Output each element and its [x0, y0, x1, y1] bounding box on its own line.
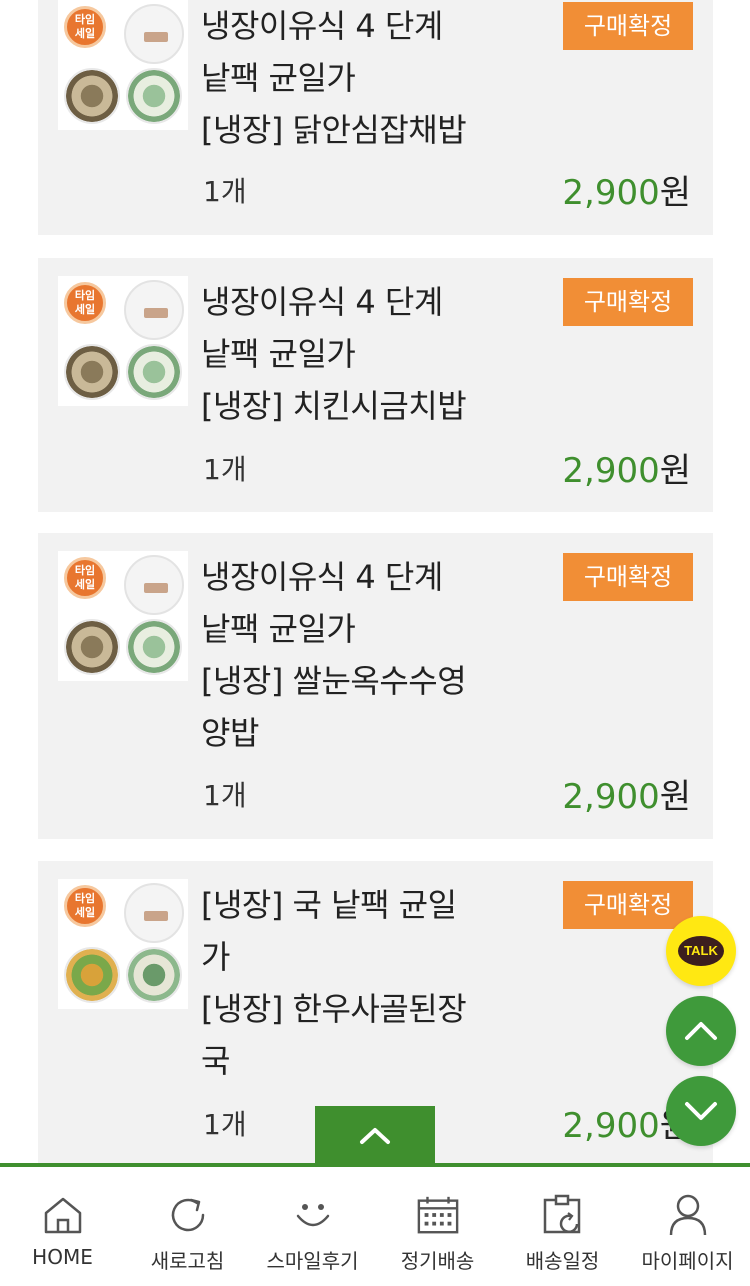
time-sale-tag: 타임 세일 [64, 885, 106, 927]
product-thumbnail[interactable]: 타임 세일 [58, 0, 188, 130]
product-thumbnail[interactable]: 타임 세일 [58, 551, 188, 681]
quantity: 1개 [203, 1108, 247, 1141]
status-badge: 구매확정 [563, 553, 693, 601]
kakao-talk-button[interactable]: TALK [666, 916, 736, 986]
tab-label: HOME [32, 1245, 93, 1269]
user-icon [666, 1193, 710, 1237]
chevron-down-icon [685, 1102, 717, 1120]
time-sale-tag: 타임 세일 [64, 6, 106, 48]
smile-icon [291, 1193, 335, 1237]
bottom-tab-bar: HOME 새로고침 스마일후기 정기배송 배송일정 마이페이지 [0, 1163, 750, 1286]
price: 2,900원 [562, 451, 691, 491]
order-item[interactable]: 타임 세일 냉장이유식 4 단계 낱팩 균일가 [냉장] 치킨시금치밥 구매확정 … [38, 258, 713, 512]
product-title[interactable]: [냉장] 국 낱팩 균일 가 [냉장] 한우사골된장 국 [201, 879, 501, 1087]
refresh-icon [166, 1193, 210, 1237]
tab-label: 배송일정 [525, 1249, 600, 1273]
quantity: 1개 [203, 175, 247, 208]
price: 2,900원 [562, 777, 691, 817]
home-icon [41, 1193, 85, 1237]
tab-label: 스마일후기 [266, 1249, 359, 1273]
tab-delivery-schedule[interactable]: 배송일정 [500, 1167, 625, 1286]
tab-refresh[interactable]: 새로고침 [125, 1167, 250, 1286]
talk-icon: TALK [678, 936, 724, 966]
product-thumbnail[interactable]: 타임 세일 [58, 879, 188, 1009]
product-title[interactable]: 냉장이유식 4 단계 낱팩 균일가 [냉장] 치킨시금치밥 [201, 276, 501, 432]
chevron-up-icon [685, 1022, 717, 1040]
tab-home[interactable]: HOME [0, 1167, 125, 1286]
order-item[interactable]: 타임 세일 냉장이유식 4 단계 낱팩 균일가 [냉장] 쌀눈옥수수영 양밥 구매… [38, 533, 713, 839]
scroll-down-button[interactable] [666, 1076, 736, 1146]
product-title[interactable]: 냉장이유식 4 단계 낱팩 균일가 [냉장] 쌀눈옥수수영 양밥 [201, 551, 501, 759]
scroll-up-button[interactable] [666, 996, 736, 1066]
scroll-top-tab-button[interactable] [315, 1106, 435, 1164]
status-badge: 구매확정 [563, 2, 693, 50]
delivery-schedule-icon [541, 1193, 585, 1237]
tab-regular-delivery[interactable]: 정기배송 [375, 1167, 500, 1286]
product-thumbnail[interactable]: 타임 세일 [58, 276, 188, 406]
time-sale-tag: 타임 세일 [64, 282, 106, 324]
product-title[interactable]: 냉장이유식 4 단계 낱팩 균일가 [냉장] 닭안심잡채밥 [201, 0, 501, 156]
status-badge: 구매확정 [563, 881, 693, 929]
quantity: 1개 [203, 453, 247, 486]
tab-smile-review[interactable]: 스마일후기 [250, 1167, 375, 1286]
order-item[interactable]: 타임 세일 냉장이유식 4 단계 낱팩 균일가 [냉장] 닭안심잡채밥 구매확정 … [38, 0, 713, 235]
time-sale-tag: 타임 세일 [64, 557, 106, 599]
tab-label: 마이페이지 [641, 1249, 734, 1273]
tab-label: 정기배송 [400, 1249, 475, 1273]
chevron-up-icon [360, 1128, 390, 1144]
status-badge: 구매확정 [563, 278, 693, 326]
calendar-icon [416, 1193, 460, 1237]
price: 2,900원 [562, 173, 691, 213]
tab-label: 새로고침 [150, 1249, 225, 1273]
tab-my-page[interactable]: 마이페이지 [625, 1167, 750, 1286]
quantity: 1개 [203, 779, 247, 812]
